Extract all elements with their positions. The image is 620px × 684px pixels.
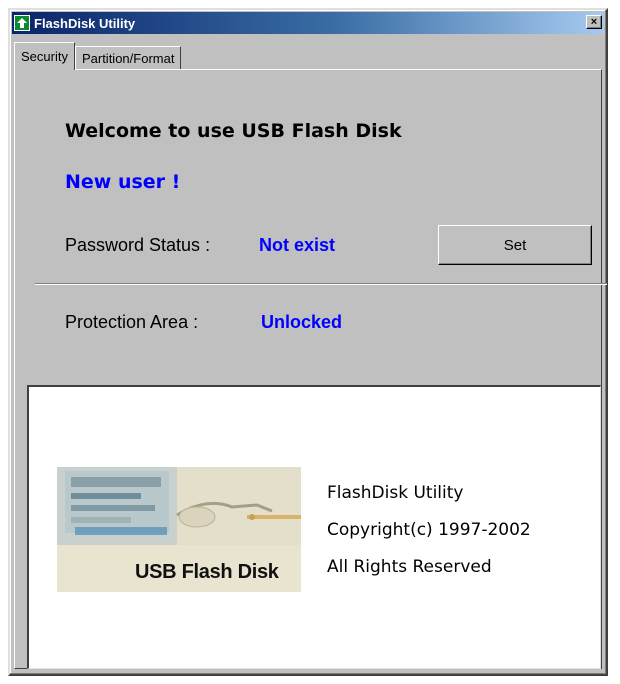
logo-caption: USB Flash Disk (135, 561, 279, 583)
close-button[interactable]: × (586, 15, 602, 29)
password-status-label: Password Status : (65, 235, 211, 255)
protection-area-value: Unlocked (261, 312, 343, 332)
flashdisk-utility-window: FlashDisk Utility × Security Partition/F… (8, 8, 608, 676)
about-product-name: FlashDisk Utility (327, 483, 464, 503)
tab-security[interactable]: Security (14, 42, 75, 70)
app-arrow-icon (14, 15, 30, 31)
about-box: USB Flash Disk FlashDisk Utility Copyrig… (27, 385, 601, 669)
title-bar[interactable]: FlashDisk Utility × (12, 12, 604, 34)
user-status-text: New user ! (65, 171, 181, 193)
tab-strip: Security Partition/Format (14, 42, 182, 70)
protection-area-label: Protection Area : (65, 312, 199, 332)
close-icon: × (590, 15, 598, 28)
about-copyright: Copyright(c) 1997-2002 (327, 520, 531, 540)
divider (35, 283, 607, 285)
welcome-heading: Welcome to use USB Flash Disk (65, 120, 402, 142)
password-status-value: Not exist (259, 235, 336, 255)
set-password-button[interactable]: Set (438, 225, 592, 265)
security-panel: Welcome to use USB Flash Disk New user !… (14, 69, 607, 669)
window-title: FlashDisk Utility (34, 15, 136, 31)
tab-partition-format[interactable]: Partition/Format (74, 46, 182, 70)
usb-flash-disk-logo: USB Flash Disk (57, 467, 301, 592)
about-rights: All Rights Reserved (327, 557, 492, 577)
